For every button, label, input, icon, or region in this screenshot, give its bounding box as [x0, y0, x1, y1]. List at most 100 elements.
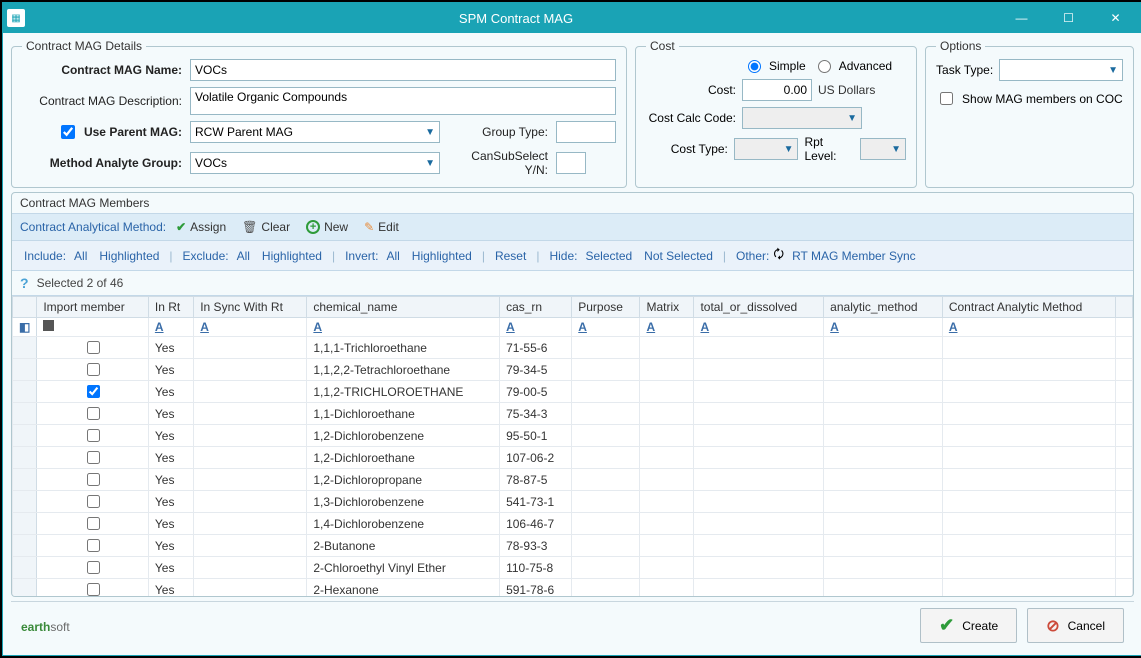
chevron-down-icon: ▼ — [891, 144, 901, 155]
selection-count: Selected 2 of 46 — [37, 276, 124, 290]
app-icon: ▦ — [7, 9, 25, 27]
table-row[interactable]: Yes1,1,2,2-Tetrachloroethane79-34-5 — [13, 359, 1133, 381]
plus-icon: + — [306, 220, 320, 234]
task-type-label: Task Type: — [936, 63, 993, 77]
cansub-input[interactable] — [556, 152, 586, 174]
import-checkbox[interactable] — [87, 451, 100, 464]
method-group-label: Method Analyte Group: — [22, 156, 182, 170]
import-checkbox[interactable] — [87, 583, 100, 596]
import-checkbox[interactable] — [87, 561, 100, 574]
parent-mag-combo[interactable]: RCW Parent MAG▼ — [190, 121, 440, 143]
footer: earthsoft ✔Create ⊘Cancel — [11, 601, 1134, 649]
table-row[interactable]: Yes1,1,1-Trichloroethane71-55-6 — [13, 337, 1133, 359]
table-row[interactable]: Yes1,1,2-TRICHLOROETHANE79-00-5 — [13, 381, 1133, 403]
cost-currency: US Dollars — [818, 83, 875, 97]
use-parent-checkbox[interactable] — [61, 125, 75, 139]
column-header[interactable]: Purpose — [572, 297, 640, 318]
import-checkbox[interactable] — [87, 517, 100, 530]
close-button[interactable]: ✕ — [1093, 4, 1138, 32]
table-row[interactable]: Yes1,1-Dichloroethane75-34-3 — [13, 403, 1133, 425]
column-header[interactable]: In Rt — [148, 297, 193, 318]
import-checkbox[interactable] — [87, 495, 100, 508]
mag-name-input[interactable] — [190, 59, 616, 81]
method-toolbar: Contract Analytical Method: ✔Assign 🗑Cle… — [12, 213, 1133, 241]
import-checkbox[interactable] — [87, 473, 100, 486]
table-row[interactable]: Yes1,4-Dichlorobenzene106-46-7 — [13, 513, 1133, 535]
show-coc-label: Show MAG members on COC — [962, 92, 1123, 106]
column-header[interactable]: chemical_name — [307, 297, 500, 318]
import-checkbox[interactable] — [87, 407, 100, 420]
import-checkbox[interactable] — [87, 341, 100, 354]
exclude-highlighted-button[interactable]: Highlighted — [258, 248, 326, 264]
maximize-button[interactable]: ☐ — [1046, 4, 1091, 32]
cost-label: Cost: — [646, 83, 736, 97]
cansub-label: CanSubSelect Y/N: — [448, 149, 548, 177]
mag-name-label: Contract MAG Name: — [22, 63, 182, 77]
cost-calc-label: Cost Calc Code: — [646, 111, 736, 125]
group-type-label: Group Type: — [448, 125, 548, 139]
column-header[interactable]: cas_rn — [500, 297, 572, 318]
options-legend: Options — [936, 39, 985, 53]
column-header[interactable]: Matrix — [640, 297, 694, 318]
minimize-button[interactable]: — — [999, 4, 1044, 32]
rt-sync-button[interactable]: RT MAG Member Sync — [788, 248, 920, 264]
edit-button[interactable]: ✎Edit — [358, 218, 405, 236]
cost-legend: Cost — [646, 39, 679, 53]
assign-button[interactable]: ✔Assign — [170, 218, 232, 236]
import-checkbox[interactable] — [87, 363, 100, 376]
members-grid[interactable]: Import memberIn RtIn Sync With Rtchemica… — [12, 295, 1133, 596]
table-row[interactable]: Yes2-Hexanone591-78-6 — [13, 579, 1133, 597]
table-row[interactable]: Yes1,2-Dichloropropane78-87-5 — [13, 469, 1133, 491]
cost-type-combo[interactable]: ▼ — [734, 138, 799, 160]
column-header[interactable]: total_or_dissolved — [694, 297, 824, 318]
cost-advanced-radio[interactable] — [818, 60, 831, 73]
reset-button[interactable]: Reset — [491, 248, 530, 264]
cost-fieldset: Cost Simple Advanced Cost: US Dollars Co… — [635, 39, 917, 188]
check-icon: ✔ — [939, 615, 954, 636]
task-type-combo[interactable]: ▼ — [999, 59, 1123, 81]
cost-simple-radio[interactable] — [748, 60, 761, 73]
clear-button[interactable]: 🗑Clear — [236, 218, 296, 236]
cost-input[interactable] — [742, 79, 812, 101]
rpt-level-combo[interactable]: ▼ — [860, 138, 906, 160]
exclude-all-button[interactable]: All — [233, 248, 254, 264]
pencil-icon: ✎ — [364, 220, 374, 234]
import-checkbox[interactable] — [87, 385, 100, 398]
include-all-button[interactable]: All — [70, 248, 91, 264]
column-header[interactable]: Import member — [37, 297, 149, 318]
question-icon: ? — [20, 275, 29, 291]
cancel-button[interactable]: ⊘Cancel — [1027, 608, 1124, 643]
column-header[interactable]: Contract Analytic Method — [942, 297, 1115, 318]
invert-all-button[interactable]: All — [382, 248, 403, 264]
app-window: ▦ SPM Contract MAG — ☐ ✕ Contract MAG De… — [2, 2, 1141, 656]
table-row[interactable]: Yes1,3-Dichlorobenzene541-73-1 — [13, 491, 1133, 513]
cost-calc-combo[interactable]: ▼ — [742, 107, 862, 129]
create-button[interactable]: ✔Create — [920, 608, 1017, 643]
column-header[interactable]: In Sync With Rt — [194, 297, 307, 318]
table-row[interactable]: Yes1,2-Dichloroethane107-06-2 — [13, 447, 1133, 469]
import-checkbox[interactable] — [87, 539, 100, 552]
hide-notselected-button[interactable]: Not Selected — [640, 248, 717, 264]
invert-highlighted-button[interactable]: Highlighted — [408, 248, 476, 264]
details-fieldset: Contract MAG Details Contract MAG Name: … — [11, 39, 627, 188]
trash-icon: 🗑 — [242, 220, 257, 234]
chevron-down-icon: ▼ — [784, 144, 794, 155]
hide-selected-button[interactable]: Selected — [581, 248, 636, 264]
cost-type-label: Cost Type: — [646, 142, 728, 156]
column-header[interactable]: analytic_method — [824, 297, 943, 318]
include-highlighted-button[interactable]: Highlighted — [95, 248, 163, 264]
cam-label: Contract Analytical Method: — [20, 220, 166, 234]
show-coc-checkbox[interactable] — [940, 92, 953, 105]
import-checkbox[interactable] — [87, 429, 100, 442]
table-row[interactable]: Yes2-Chloroethyl Vinyl Ether110-75-8 — [13, 557, 1133, 579]
group-type-input[interactable] — [556, 121, 616, 143]
table-row[interactable]: Yes2-Butanone78-93-3 — [13, 535, 1133, 557]
mag-desc-input[interactable] — [190, 87, 616, 115]
sync-icon: 🗘 — [773, 245, 784, 266]
members-panel: Contract MAG Members Contract Analytical… — [11, 192, 1134, 597]
method-group-combo[interactable]: VOCs▼ — [190, 152, 440, 174]
check-icon: ✔ — [176, 220, 186, 234]
table-row[interactable]: Yes1,2-Dichlorobenzene95-50-1 — [13, 425, 1133, 447]
details-legend: Contract MAG Details — [22, 39, 146, 53]
new-button[interactable]: +New — [300, 218, 354, 236]
